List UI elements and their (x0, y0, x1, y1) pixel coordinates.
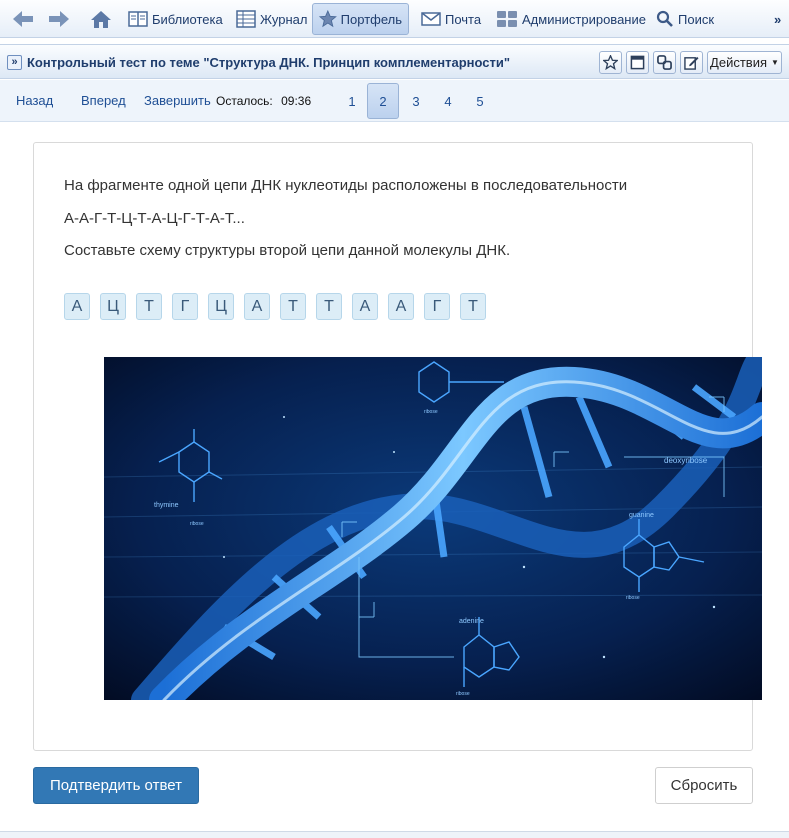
back-arrow-icon (13, 11, 33, 27)
confirm-answer-button[interactable]: Подтвердить ответ (33, 767, 199, 804)
ribose-label: ribose (424, 409, 438, 415)
nucleotide-tile[interactable]: А (352, 293, 378, 320)
toolbar-item-label: Администрирование (522, 11, 646, 27)
dropdown-caret-icon: ▼ (771, 58, 779, 67)
window-button[interactable] (626, 51, 649, 74)
toolbar-item-label: Портфель (340, 11, 402, 27)
adenine-label: adenine (459, 618, 484, 625)
nucleotide-tile[interactable]: Ц (100, 293, 126, 320)
forward-link[interactable]: Вперед (81, 93, 126, 108)
dna-helix-image: thymine ribose deoxyribose guanine ribos… (104, 357, 762, 700)
page-link-5[interactable]: 5 (464, 83, 496, 119)
back-link[interactable]: Назад (16, 93, 53, 108)
link-icon (657, 55, 672, 70)
nucleotide-tiles: А Ц Т Г Ц А Т Т А А Г Т (64, 293, 486, 320)
nucleotide-tile[interactable]: Т (280, 293, 306, 320)
page-link-4[interactable]: 4 (432, 83, 464, 119)
edit-button[interactable] (680, 51, 703, 74)
test-title-bar: » Контрольный тест по теме "Структура ДН… (0, 44, 789, 79)
reset-button[interactable]: Сбросить (655, 767, 753, 804)
page-link-2-current[interactable]: 2 (367, 83, 399, 119)
time-remaining: Осталось: 09:36 (216, 94, 311, 108)
actions-dropdown[interactable]: Действия ▼ (707, 51, 782, 74)
toolbar-item-search[interactable]: Поиск (649, 3, 721, 35)
ribose-label: ribose (456, 691, 470, 697)
thymine-label: thymine (154, 502, 179, 509)
users-icon (497, 11, 517, 27)
forward-arrow-button[interactable] (40, 3, 78, 35)
journal-icon (236, 10, 256, 28)
toolbar-more-button[interactable]: » (767, 3, 788, 35)
ribose-label: ribose (626, 595, 640, 601)
question-text-line3: Составьте схему структуры второй цепи да… (64, 242, 511, 259)
forward-arrow-icon (49, 11, 69, 27)
toolbar-item-label: Поиск (678, 11, 715, 27)
nucleotide-tile[interactable]: А (388, 293, 414, 320)
actions-label: Действия (710, 55, 768, 70)
more-chevron-icon: » (774, 11, 782, 27)
page-link-1[interactable]: 1 (336, 83, 368, 119)
mail-icon (421, 12, 441, 26)
nucleotide-tile[interactable]: Ц (208, 293, 234, 320)
toolbar-item-admin[interactable]: Администрирование (489, 3, 653, 35)
toolbar-item-label: Почта (445, 11, 482, 27)
star-icon (319, 9, 337, 28)
edit-icon (684, 56, 699, 70)
remaining-time: 09:36 (281, 94, 312, 108)
favorite-button[interactable] (599, 51, 622, 74)
page-link-3[interactable]: 3 (400, 83, 432, 119)
nucleotide-tile[interactable]: Т (460, 293, 486, 320)
nucleotide-tile[interactable]: А (64, 293, 90, 320)
page-title: Контрольный тест по теме "Структура ДНК.… (27, 55, 511, 70)
link-button[interactable] (653, 51, 676, 74)
nucleotide-tile[interactable]: А (244, 293, 270, 320)
nucleotide-tile[interactable]: Т (136, 293, 162, 320)
question-text-line1: На фрагменте одной цепи ДНК нуклеотиды р… (64, 177, 628, 194)
dna-illustration: thymine ribose deoxyribose guanine ribos… (104, 357, 762, 700)
toolbar-item-label: Журнал (260, 11, 308, 27)
toolbar-item-journal[interactable]: Журнал (229, 3, 314, 35)
home-button[interactable] (82, 3, 120, 35)
search-icon (656, 10, 673, 27)
toolbar-item-label: Библиотека (152, 11, 223, 27)
guanine-label: guanine (629, 512, 654, 519)
deoxyribose-label: deoxyribose (664, 456, 708, 465)
top-toolbar: Библиотека Журнал Портфель Почта Админис… (0, 0, 789, 38)
home-icon (91, 11, 111, 28)
question-sequence: А-А-Г-Т-Ц-Т-А-Ц-Г-Т-А-Т... (64, 210, 245, 227)
remaining-label: Осталось: (216, 94, 273, 108)
nucleotide-tile[interactable]: Т (316, 293, 342, 320)
question-card: На фрагменте одной цепи ДНК нуклеотиды р… (33, 142, 762, 751)
ribose-label: ribose (190, 521, 204, 527)
test-navigation: Назад Вперед Завершить Осталось: 09:36 1… (0, 80, 789, 122)
back-arrow-button[interactable] (4, 3, 42, 35)
toolbar-item-library[interactable]: Библиотека (121, 3, 230, 35)
expand-chevron-icon[interactable]: » (7, 55, 22, 70)
finish-link[interactable]: Завершить (144, 93, 211, 108)
nucleotide-tile[interactable]: Г (424, 293, 450, 320)
nucleotide-tile[interactable]: Г (172, 293, 198, 320)
bottom-divider (0, 831, 789, 838)
star-outline-icon (603, 55, 618, 70)
toolbar-item-portfolio[interactable]: Портфель (312, 3, 409, 35)
toolbar-item-mail[interactable]: Почта (414, 3, 488, 35)
window-icon (630, 55, 645, 70)
library-icon (128, 11, 148, 27)
